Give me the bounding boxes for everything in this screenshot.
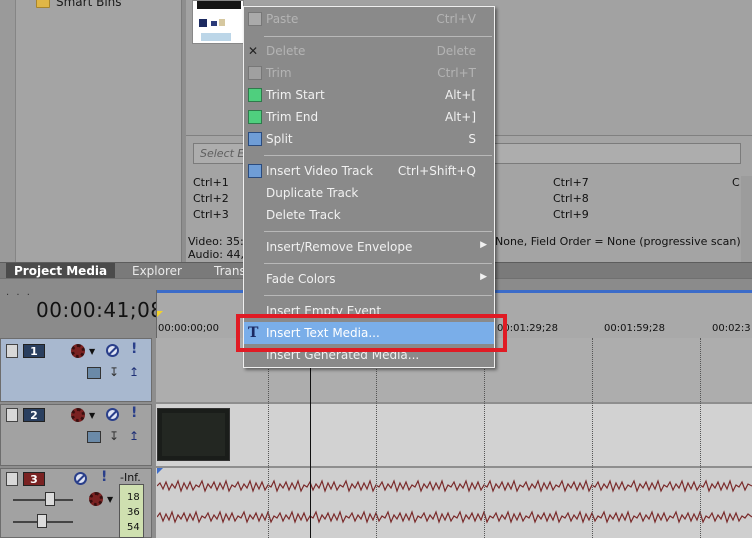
info-field-order: None, Field Order = None (progressive sc… — [495, 235, 745, 248]
grid-line — [592, 338, 593, 538]
mute-icon[interactable] — [106, 408, 119, 421]
shortcut-text: Ctrl+9 — [553, 208, 589, 221]
audio-waveform-left — [157, 479, 752, 493]
menu-item-delete[interactable]: ✕ Delete Delete — [244, 40, 494, 62]
meter-tick-label: 36 — [127, 507, 140, 518]
compositing-icon[interactable] — [87, 367, 101, 379]
info-scrollbar[interactable] — [741, 176, 752, 262]
track-number: 2 — [23, 408, 45, 422]
menu-item-duplicate-track[interactable]: Duplicate Track — [244, 182, 494, 204]
ruler-tick-label: 00:00:00;00 — [158, 323, 220, 334]
fade-handle-icon[interactable] — [157, 468, 163, 474]
chevron-down-icon[interactable]: ▼ — [89, 347, 95, 356]
mute-icon[interactable] — [106, 344, 119, 357]
track-number: 3 — [23, 472, 45, 486]
ruler-tick-label: 00:02:3 — [712, 323, 751, 334]
audio-level-readout: -Inf. — [120, 471, 141, 484]
track-header-1[interactable]: 1 ▼ ! ↧ ↥ — [0, 338, 152, 402]
delete-x-icon: ✕ — [248, 44, 259, 58]
track-fx-gear-icon[interactable] — [71, 344, 85, 358]
split-icon — [248, 132, 262, 146]
make-compositing-parent-icon[interactable]: ↥ — [129, 429, 139, 443]
audio-waveform-right — [157, 510, 752, 524]
video-event-clip[interactable] — [157, 408, 230, 461]
menu-item-fade-colors[interactable]: Fade Colors ▶ — [244, 268, 494, 290]
trim-end-icon — [248, 110, 262, 124]
make-compositing-child-icon[interactable]: ↧ — [109, 429, 119, 443]
grid-line — [376, 338, 377, 538]
collapse-icon[interactable] — [6, 472, 18, 486]
shortcut-text: Ctrl+8 — [553, 192, 589, 205]
folder-icon — [36, 0, 50, 8]
mute-icon[interactable] — [74, 472, 87, 485]
menu-item-trim-end[interactable]: Trim End Alt+] — [244, 106, 494, 128]
grid-line — [700, 338, 701, 538]
shortcut-text: Ctrl+7 — [553, 176, 589, 189]
marker-icon[interactable] — [157, 311, 163, 317]
tree-scrollbar[interactable] — [0, 0, 16, 262]
timecode-display: 00:00:41;08 — [36, 298, 164, 322]
splitter-grip[interactable]: · · · — [6, 290, 32, 301]
media-tree-panel: Smart Bins — [0, 0, 182, 262]
tree-item-smart-bins[interactable]: Smart Bins — [36, 0, 122, 9]
track-fx-gear-icon[interactable] — [89, 492, 103, 506]
track-fx-gear-icon[interactable] — [71, 408, 85, 422]
menu-separator — [264, 36, 492, 37]
submenu-arrow-icon: ▶ — [480, 240, 487, 250]
playhead-cursor[interactable] — [310, 338, 311, 538]
menu-item-trim[interactable]: Trim Ctrl+T — [244, 62, 494, 84]
menu-item-split[interactable]: Split S — [244, 128, 494, 150]
shortcut-text: Ctrl+2 — [193, 192, 229, 205]
track-header-2[interactable]: 2 ▼ ! ↧ ↥ — [0, 404, 152, 466]
volume-slider[interactable] — [45, 492, 55, 506]
grid-line — [484, 338, 485, 538]
menu-item-paste[interactable]: Paste Ctrl+V — [244, 8, 494, 30]
menu-item-delete-track[interactable]: Delete Track — [244, 204, 494, 226]
chevron-down-icon[interactable]: ▼ — [89, 411, 95, 420]
shortcut-text: Ctrl+3 — [193, 208, 229, 221]
make-compositing-child-icon[interactable]: ↧ — [109, 365, 119, 379]
ruler-tick-label: 00:01:59;28 — [604, 323, 666, 334]
collapse-icon[interactable] — [6, 408, 18, 422]
make-compositing-parent-icon[interactable]: ↥ — [129, 365, 139, 379]
tab-explorer[interactable]: Explorer — [124, 263, 190, 279]
grid-line — [268, 338, 269, 538]
solo-icon[interactable]: ! — [131, 405, 137, 421]
meter-tick-label: 54 — [127, 522, 140, 533]
trim-start-icon — [248, 88, 262, 102]
menu-item-insert-video-track[interactable]: Insert Video Track Ctrl+Shift+Q — [244, 160, 494, 182]
compositing-icon[interactable] — [87, 431, 101, 443]
solo-icon[interactable]: ! — [101, 469, 107, 485]
paste-icon — [248, 12, 262, 26]
submenu-arrow-icon: ▶ — [480, 272, 487, 282]
trim-icon — [248, 66, 262, 80]
info-audio: Audio: 44, — [188, 248, 244, 261]
annotation-highlight-box — [236, 314, 507, 352]
collapse-icon[interactable] — [6, 344, 18, 358]
info-video: Video: 35: — [188, 235, 244, 248]
tab-project-media[interactable]: Project Media — [6, 263, 116, 279]
menu-item-trim-start[interactable]: Trim Start Alt+[ — [244, 84, 494, 106]
menu-separator — [264, 231, 492, 232]
shortcut-text: C — [732, 176, 740, 189]
volume-slider-track — [13, 499, 73, 501]
shortcut-text: Ctrl+1 — [193, 176, 229, 189]
menu-item-insert-remove-envelope[interactable]: Insert/Remove Envelope ▶ — [244, 236, 494, 258]
track-lane-2[interactable] — [156, 404, 752, 466]
menu-separator — [264, 155, 492, 156]
meter-tick-label: 18 — [127, 492, 140, 503]
solo-icon[interactable]: ! — [131, 341, 137, 357]
track-number: 1 — [23, 344, 45, 358]
menu-separator — [264, 295, 492, 296]
pan-slider[interactable] — [37, 514, 47, 528]
media-thumbnail[interactable] — [192, 0, 244, 44]
tree-item-label: Smart Bins — [56, 0, 122, 9]
chevron-down-icon[interactable]: ▼ — [107, 495, 113, 504]
insert-video-track-icon — [248, 164, 262, 178]
menu-separator — [264, 263, 492, 264]
